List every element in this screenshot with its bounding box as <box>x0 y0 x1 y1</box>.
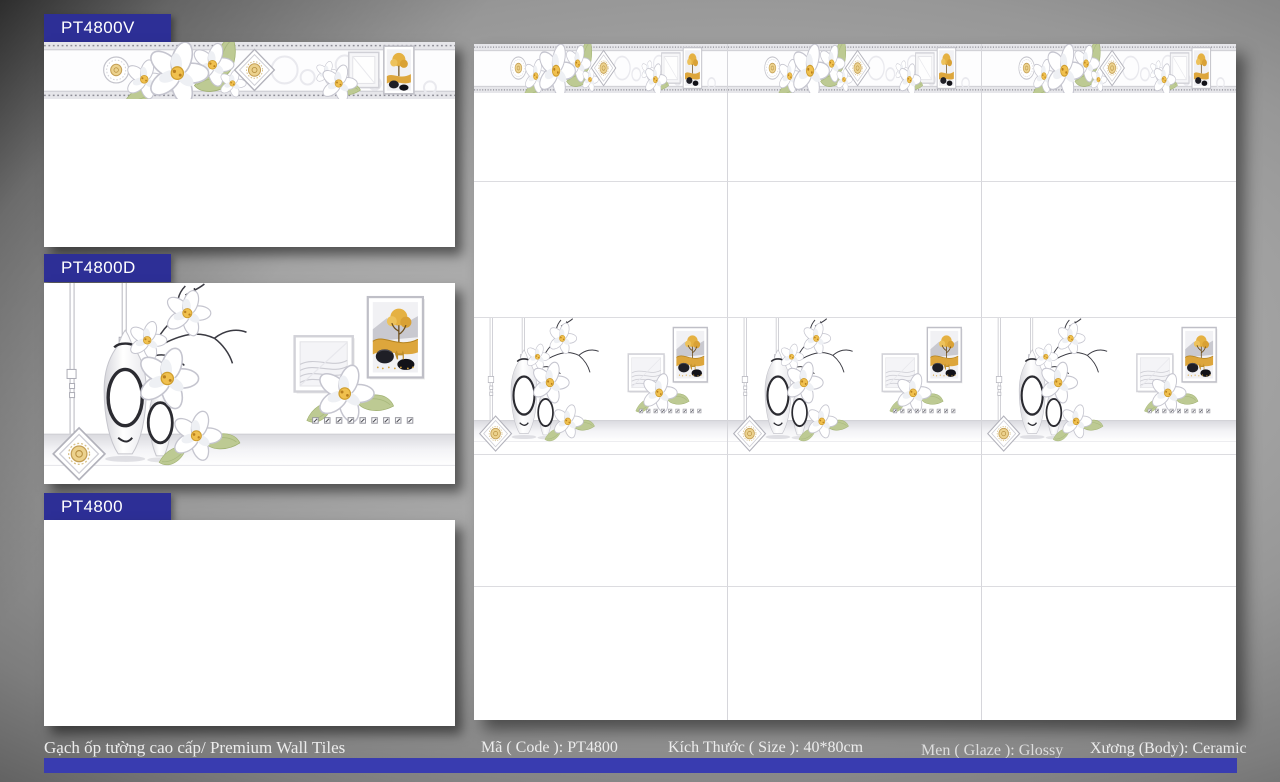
wall-mockup <box>474 44 1236 720</box>
wall-tile-border <box>474 44 728 182</box>
tile-sample-border <box>44 42 455 247</box>
decor-tile-art <box>982 318 1236 454</box>
tile-sample-plain <box>44 520 455 726</box>
tile-code-label-pt4800v: PT4800V <box>44 14 171 42</box>
border-tile-art <box>44 42 455 99</box>
border-tile-art <box>982 44 1236 93</box>
decor-tile-art <box>728 318 981 454</box>
product-line-text: Gạch ốp tường cao cấp/ Premium Wall Tile… <box>44 738 345 758</box>
product-size-text: Kích Thước ( Size ): 40*80cm <box>668 739 863 757</box>
tile-sample-decor <box>44 283 455 484</box>
decor-tile-art <box>44 283 455 484</box>
tile-code-label-pt4800d: PT4800D <box>44 254 171 282</box>
wall-tile-plain <box>474 587 728 720</box>
wall-tile-decor <box>982 318 1236 455</box>
wall-tile-plain <box>474 455 728 587</box>
tile-code-label-pt4800: PT4800 <box>44 493 171 521</box>
wall-tile-plain <box>982 455 1236 587</box>
product-body-text: Xương (Body): Ceramic <box>1090 740 1247 758</box>
wall-tile-decor <box>474 318 728 455</box>
wall-tile-plain <box>728 182 982 318</box>
wall-tile-plain <box>728 455 982 587</box>
wall-tile-plain <box>728 587 982 720</box>
decor-tile-art <box>474 318 727 454</box>
footer-accent-strip <box>44 758 1237 773</box>
wall-tile-plain <box>474 182 728 318</box>
border-tile-art <box>728 44 981 93</box>
wall-tile-plain <box>982 587 1236 720</box>
product-code-text: Mã ( Code ): PT4800 <box>481 739 618 757</box>
wall-tile-plain <box>982 182 1236 318</box>
border-tile-art <box>474 44 727 93</box>
wall-tile-border <box>728 44 982 182</box>
wall-tile-decor <box>728 318 982 455</box>
wall-tile-border <box>982 44 1236 182</box>
